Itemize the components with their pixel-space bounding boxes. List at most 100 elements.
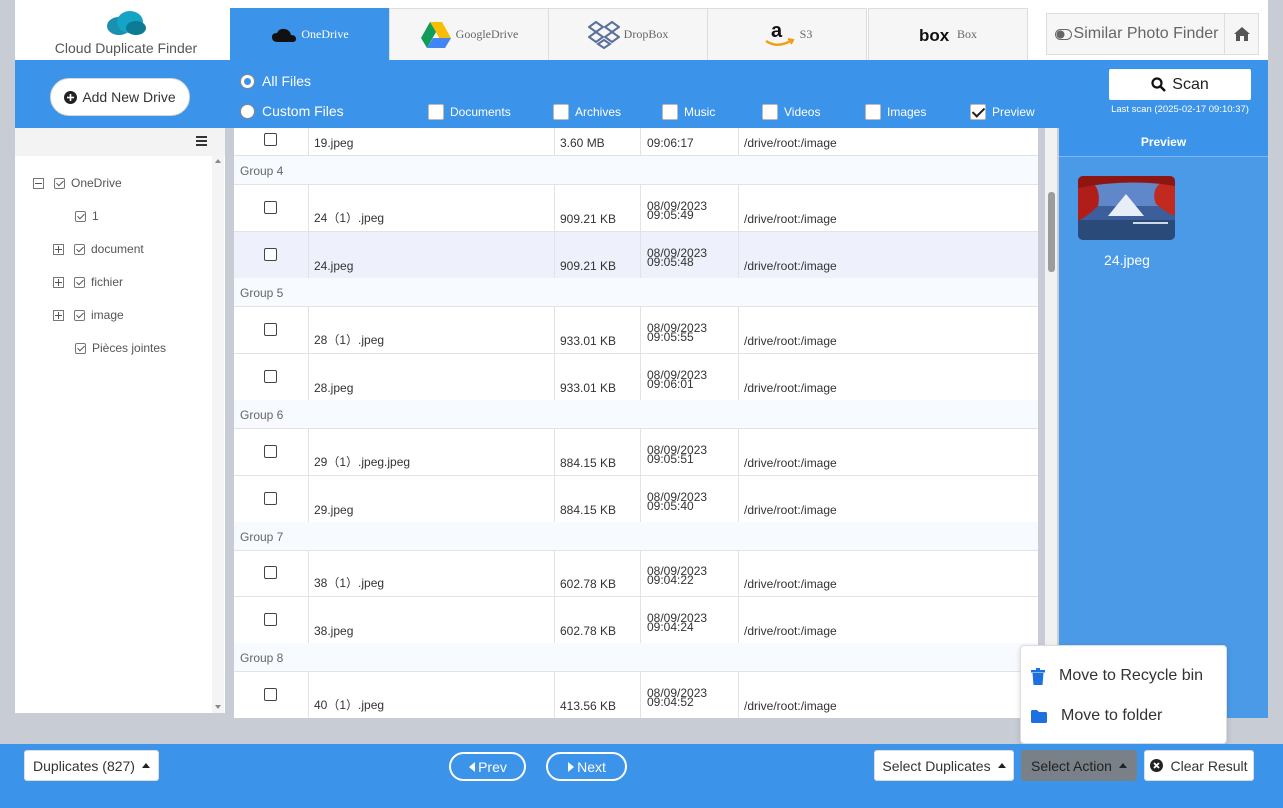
file-size: 884.15 KB bbox=[560, 503, 617, 517]
duplicates-dropdown[interactable]: Duplicates (827) bbox=[24, 750, 159, 781]
filter-checkbox[interactable] bbox=[865, 104, 881, 120]
filter-videos[interactable]: Videos bbox=[762, 104, 820, 120]
tab-s3[interactable]: a S3 bbox=[707, 8, 867, 60]
tree-item-pieces-jointes[interactable]: Pièces jointes bbox=[75, 341, 166, 355]
table-row-selected[interactable]: 24.jpeg 909.21 KB 08/09/2023 09:05:48 /dr… bbox=[234, 232, 1038, 279]
filter-checkbox[interactable] bbox=[662, 104, 678, 120]
menu-icon[interactable] bbox=[196, 136, 207, 146]
preview-thumbnail[interactable] bbox=[1078, 176, 1175, 240]
tab-googledrive[interactable]: GoogleDrive bbox=[389, 8, 549, 60]
table-row[interactable]: 38（1）.jpeg 602.78 KB 08/09/2023 09:04:22 … bbox=[234, 550, 1038, 597]
tree-checkbox[interactable] bbox=[75, 342, 86, 354]
table-row[interactable]: 19.jpeg 3.60 MB 09:06:17 /drive/root:/im… bbox=[234, 128, 1038, 156]
tree-checkbox[interactable] bbox=[74, 276, 85, 288]
filter-checkbox[interactable] bbox=[553, 104, 569, 120]
search-icon bbox=[1151, 77, 1167, 92]
row-checkbox[interactable] bbox=[264, 688, 277, 701]
table-row[interactable]: 28.jpeg 933.01 KB 08/09/2023 09:06:01 /dr… bbox=[234, 354, 1038, 401]
similar-photo-finder-button[interactable]: Similar Photo Finder bbox=[1046, 13, 1226, 55]
tree-item-1[interactable]: 1 bbox=[75, 209, 99, 223]
next-label: Next bbox=[577, 758, 606, 775]
tree-item-image[interactable]: image bbox=[53, 308, 124, 322]
filter-checkbox[interactable] bbox=[428, 104, 444, 120]
file-path: /drive/root:/image bbox=[744, 334, 837, 348]
row-checkbox[interactable] bbox=[264, 201, 277, 214]
file-time: 09:04:24 bbox=[647, 620, 694, 634]
tree-checkbox[interactable] bbox=[74, 309, 85, 321]
table-row[interactable]: 24（1）.jpeg 909.21 KB 08/09/2023 09:05:49 … bbox=[234, 185, 1038, 232]
filter-preview[interactable]: Preview bbox=[970, 104, 1035, 120]
file-path: /drive/root:/image bbox=[744, 624, 837, 638]
tab-box[interactable]: box Box bbox=[868, 8, 1028, 60]
filter-images[interactable]: Images bbox=[865, 104, 926, 120]
group-label: Group 4 bbox=[240, 164, 284, 178]
tab-onedrive[interactable]: OneDrive bbox=[230, 8, 390, 60]
collapse-icon[interactable] bbox=[33, 177, 44, 189]
tab-label: GoogleDrive bbox=[455, 27, 519, 41]
select-duplicates-label: Select Duplicates bbox=[882, 757, 991, 774]
similar-photo-finder-label: Similar Photo Finder bbox=[1073, 25, 1219, 42]
select-action-dropdown[interactable]: Select Action bbox=[1021, 750, 1137, 781]
tab-dropbox[interactable]: DropBox bbox=[548, 8, 708, 60]
app-title: Cloud Duplicate Finder bbox=[54, 40, 198, 56]
tab-label: Box bbox=[956, 27, 977, 41]
file-size: 933.01 KB bbox=[560, 381, 617, 395]
file-size: 602.78 KB bbox=[560, 624, 617, 638]
filter-music[interactable]: Music bbox=[662, 104, 715, 120]
table-row[interactable]: 28（1）.jpeg 933.01 KB 08/09/2023 09:05:55 … bbox=[234, 307, 1038, 354]
row-checkbox[interactable] bbox=[264, 445, 277, 458]
row-checkbox[interactable] bbox=[264, 566, 277, 579]
app-header: Cloud Duplicate Finder OneDrive GoogleDr… bbox=[15, 0, 1268, 60]
row-checkbox[interactable] bbox=[264, 613, 277, 626]
scan-button[interactable]: Scan bbox=[1109, 69, 1251, 100]
tree-item-onedrive[interactable]: OneDrive bbox=[33, 176, 122, 190]
row-checkbox[interactable] bbox=[264, 133, 277, 146]
filter-checkbox[interactable] bbox=[970, 104, 986, 120]
filter-checkbox[interactable] bbox=[762, 104, 778, 120]
tree-checkbox[interactable] bbox=[54, 177, 65, 189]
tree-item-document[interactable]: document bbox=[53, 242, 144, 256]
file-name: 29.jpeg bbox=[314, 503, 354, 517]
table-scrollbar[interactable] bbox=[1045, 128, 1057, 718]
tree-item-fichier[interactable]: fichier bbox=[53, 275, 123, 289]
all-files-option[interactable]: All Files bbox=[240, 73, 311, 89]
select-duplicates-dropdown[interactable]: Select Duplicates bbox=[874, 750, 1014, 781]
custom-files-option[interactable]: Custom Files bbox=[240, 103, 344, 119]
filter-label: Preview bbox=[992, 105, 1035, 119]
file-path: /drive/root:/image bbox=[744, 456, 837, 470]
prev-button[interactable]: Prev bbox=[449, 752, 526, 781]
landscape-image bbox=[1078, 176, 1175, 240]
file-size: 933.01 KB bbox=[560, 334, 617, 348]
menu-item-label: Move to Recycle bin bbox=[1059, 667, 1204, 684]
row-checkbox[interactable] bbox=[264, 492, 277, 505]
file-name: 24（1）.jpeg bbox=[314, 211, 385, 225]
all-files-radio[interactable] bbox=[240, 73, 255, 89]
filter-documents[interactable]: Documents bbox=[428, 104, 511, 120]
expand-icon[interactable] bbox=[53, 309, 64, 321]
tree-checkbox[interactable] bbox=[75, 210, 86, 222]
file-size: 884.15 KB bbox=[560, 456, 617, 470]
next-button[interactable]: Next bbox=[546, 752, 627, 781]
table-row[interactable]: 29.jpeg 884.15 KB 08/09/2023 09:05:40 /dr… bbox=[234, 476, 1038, 523]
row-checkbox[interactable] bbox=[264, 248, 277, 261]
tree-checkbox[interactable] bbox=[74, 243, 85, 255]
table-row[interactable]: 40（1）.jpeg 413.56 KB 08/09/2023 09:04:52 … bbox=[234, 672, 1038, 718]
row-checkbox[interactable] bbox=[264, 323, 277, 336]
add-new-drive-button[interactable]: Add New Drive bbox=[50, 78, 190, 116]
filter-archives[interactable]: Archives bbox=[553, 104, 621, 120]
expand-icon[interactable] bbox=[53, 243, 64, 255]
home-button[interactable] bbox=[1224, 13, 1259, 55]
file-time: 09:05:48 bbox=[647, 255, 694, 269]
menu-item-recycle-bin[interactable]: Move to Recycle bin bbox=[1031, 667, 1203, 685]
custom-files-radio[interactable] bbox=[240, 103, 255, 119]
table-row[interactable]: 38.jpeg 602.78 KB 08/09/2023 09:04:24 /dr… bbox=[234, 597, 1038, 644]
table-row[interactable]: 29（1）.jpeg.jpeg 884.15 KB 08/09/2023 09:0… bbox=[234, 429, 1038, 476]
menu-item-move-to-folder[interactable]: Move to folder bbox=[1031, 707, 1162, 725]
tab-label: DropBox bbox=[623, 27, 669, 41]
tree-scrollbar[interactable] bbox=[212, 156, 224, 713]
caret-right-icon bbox=[568, 761, 575, 772]
clear-result-button[interactable]: Clear Result bbox=[1144, 750, 1254, 781]
row-checkbox[interactable] bbox=[264, 370, 277, 383]
scroll-thumb[interactable] bbox=[1048, 192, 1055, 272]
expand-icon[interactable] bbox=[53, 276, 64, 288]
